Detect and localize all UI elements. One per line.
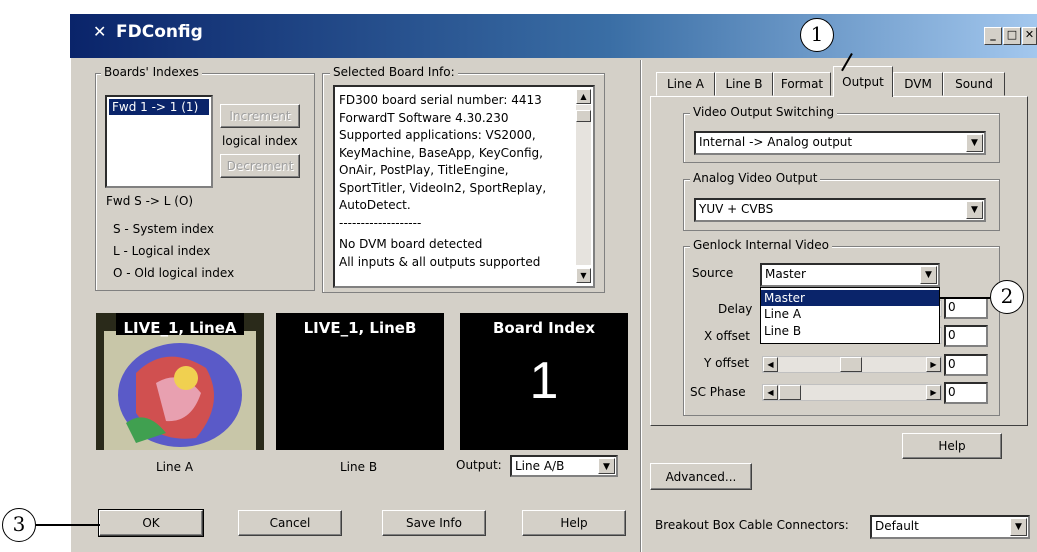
- monitor-b-caption: Line B: [340, 460, 378, 474]
- yoffset-label: Y offset: [704, 356, 750, 370]
- tab-format[interactable]: Format: [773, 72, 831, 96]
- scphase-right-button[interactable]: ▶: [926, 385, 941, 400]
- increment-button[interactable]: Increment: [220, 104, 300, 128]
- yoffset-right-button[interactable]: ▶: [926, 357, 941, 372]
- xoffset-value[interactable]: 0: [944, 325, 988, 347]
- output-select[interactable]: Line A/B ▼: [510, 455, 618, 477]
- monitor-line-a: LIVE_1, LineA: [96, 313, 264, 450]
- scrollbar-track[interactable]: [576, 105, 591, 265]
- scroll-up-button[interactable]: ▲: [576, 89, 591, 104]
- source-dropdown-list[interactable]: Master Line A Line B: [760, 287, 940, 344]
- scroll-down-button[interactable]: ▼: [576, 268, 591, 283]
- tab-sound[interactable]: Sound: [943, 72, 1005, 96]
- info-line: Supported applications: VS2000,: [339, 128, 536, 142]
- genlock-label: Genlock Internal Video: [690, 238, 833, 252]
- video-switching-label: Video Output Switching: [690, 105, 838, 119]
- scphase-thumb[interactable]: [779, 385, 801, 400]
- maximize-button[interactable]: □: [1003, 27, 1021, 45]
- tools-icon: ✕: [93, 22, 107, 41]
- close-button[interactable]: ✕: [1022, 27, 1037, 45]
- output-label: Output:: [456, 458, 502, 472]
- boards-indexes-label: Boards' Indexes: [101, 65, 202, 79]
- legend-logical: L - Logical index: [113, 244, 211, 258]
- callout-3: 3: [2, 508, 36, 542]
- yoffset-value[interactable]: 0: [944, 354, 988, 376]
- info-line: OnAir, PostPlay, TitleEngine,: [339, 163, 509, 177]
- save-info-button[interactable]: Save Info: [382, 510, 486, 536]
- monitor-a-caption: Line A: [156, 460, 194, 474]
- tab-line-b[interactable]: Line B: [715, 72, 773, 96]
- dropdown-option-master[interactable]: Master: [761, 290, 939, 306]
- callout-2-pointer: [940, 297, 990, 299]
- analog-output-label: Analog Video Output: [690, 171, 821, 185]
- source-select-value: Master: [765, 267, 806, 281]
- cancel-button[interactable]: Cancel: [238, 510, 342, 536]
- info-line: AutoDetect.: [339, 198, 411, 212]
- board-info-text[interactable]: FD300 board serial number: 4413 ForwardT …: [333, 85, 595, 288]
- video-switching-select[interactable]: Internal -> Analog output ▼: [694, 131, 986, 155]
- chevron-down-icon[interactable]: ▼: [966, 134, 983, 152]
- monitor-a-title: LIVE_1, LineA: [123, 319, 237, 337]
- callout-3-pointer: [36, 524, 100, 526]
- info-line: SportTitler, VideoIn2, SportReplay,: [339, 180, 547, 195]
- monitor-line-b: LIVE_1, LineB: [276, 313, 444, 450]
- info-line: KeyMachine, BaseApp, KeyConfig,: [339, 145, 543, 160]
- source-select[interactable]: Master ▼: [760, 263, 940, 287]
- monitor-c-title: Board Index: [492, 319, 596, 337]
- scrollbar-thumb[interactable]: [576, 110, 591, 122]
- logical-index-label: logical index: [222, 134, 298, 148]
- info-line: All inputs & all outputs supported: [339, 254, 541, 269]
- analog-output-value: YUV + CVBS: [699, 202, 774, 216]
- tab-dvm[interactable]: DVM: [893, 72, 943, 96]
- breakout-select[interactable]: Default ▼: [870, 515, 1030, 539]
- delay-label: Delay: [718, 302, 753, 316]
- chevron-down-icon[interactable]: ▼: [920, 266, 937, 284]
- video-switching-value: Internal -> Analog output: [699, 135, 853, 149]
- info-line: -------------------: [339, 215, 422, 230]
- output-select-value: Line A/B: [515, 459, 565, 473]
- output-help-button[interactable]: Help: [902, 433, 1002, 459]
- info-line: ForwardT Software 4.30.230: [339, 110, 509, 125]
- board-info-label: Selected Board Info:: [330, 65, 458, 79]
- legend-system: S - System index: [113, 222, 214, 236]
- legend-old: O - Old logical index: [113, 266, 235, 280]
- info-line: FD300 board serial number: 4413: [339, 93, 542, 107]
- source-label: Source: [692, 266, 734, 280]
- breakout-label: Breakout Box Cable Connectors:: [655, 518, 849, 532]
- chevron-down-icon[interactable]: ▼: [1010, 518, 1027, 536]
- analog-output-select[interactable]: YUV + CVBS ▼: [694, 198, 986, 222]
- index-formula: Fwd S -> L (O): [106, 194, 194, 208]
- advanced-button[interactable]: Advanced...: [650, 463, 752, 490]
- monitor-board-index: Board Index 1: [460, 313, 628, 450]
- tab-line-a[interactable]: Line A: [656, 72, 715, 96]
- scphase-label: SC Phase: [690, 385, 746, 399]
- callout-1: 1: [800, 18, 834, 52]
- scphase-value[interactable]: 0: [944, 382, 988, 404]
- board-index-value: 1: [529, 352, 559, 410]
- decrement-button[interactable]: Decrement: [220, 154, 300, 178]
- breakout-select-value: Default: [875, 519, 919, 533]
- boards-listbox[interactable]: Fwd 1 -> 1 (1): [105, 95, 213, 188]
- window-title: FDConfig: [116, 22, 203, 42]
- info-line: No DVM board detected: [339, 237, 483, 251]
- xoffset-label: X offset: [704, 329, 750, 343]
- title-bar[interactable]: [70, 14, 1037, 58]
- yoffset-thumb[interactable]: [840, 357, 862, 372]
- yoffset-left-button[interactable]: ◀: [763, 357, 778, 372]
- scphase-left-button[interactable]: ◀: [763, 385, 778, 400]
- dropdown-option-line-a[interactable]: Line A: [761, 306, 939, 323]
- ok-button[interactable]: OK: [98, 509, 204, 537]
- dropdown-option-line-b[interactable]: Line B: [761, 323, 939, 340]
- delay-value[interactable]: 0: [944, 297, 988, 319]
- vertical-divider: [640, 60, 642, 552]
- monitor-b-title: LIVE_1, LineB: [303, 319, 417, 337]
- help-button[interactable]: Help: [522, 510, 626, 536]
- list-item[interactable]: Fwd 1 -> 1 (1): [109, 99, 209, 115]
- chevron-down-icon[interactable]: ▼: [598, 458, 615, 474]
- callout-2: 2: [990, 280, 1024, 314]
- minimize-button[interactable]: _: [984, 27, 1002, 45]
- chevron-down-icon[interactable]: ▼: [966, 201, 983, 219]
